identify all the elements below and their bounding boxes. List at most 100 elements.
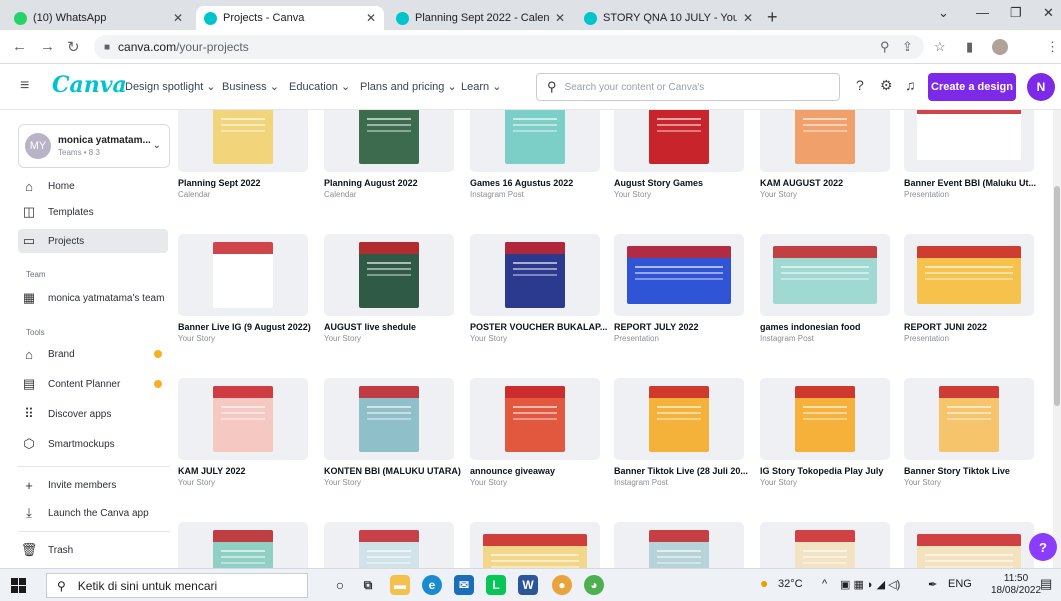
menu-design-spotlight[interactable]: Design spotlight ⌄	[125, 80, 216, 93]
project-thumbnail[interactable]	[178, 234, 308, 316]
back-icon[interactable]: ←	[12, 38, 27, 55]
create-design-button[interactable]: Create a design	[928, 73, 1016, 101]
tab-story-qna[interactable]: STORY QNA 10 JULY - Your Story ✕	[576, 6, 761, 30]
close-window-button[interactable]: ✕	[1043, 5, 1054, 21]
project-thumbnail[interactable]	[904, 234, 1034, 316]
tray-icons[interactable]: ▣ ▦ ◗ ◢ ◁)	[840, 578, 900, 591]
notifications-bell-icon[interactable]: ♫	[905, 77, 916, 93]
project-thumbnail[interactable]	[324, 234, 454, 316]
project-title[interactable]: POSTER VOUCHER BUKALAP...	[470, 322, 610, 332]
project-thumbnail[interactable]	[470, 234, 600, 316]
project-title[interactable]: announce giveaway	[470, 466, 610, 476]
sidebar-item-discover-apps[interactable]: ⠿ Discover apps	[20, 402, 170, 426]
project-title[interactable]: KONTEN BBI (MALUKU UTARA)	[324, 466, 464, 476]
forward-icon[interactable]: →	[40, 38, 55, 55]
project-thumbnail[interactable]	[178, 522, 308, 568]
project-title[interactable]: Banner Event BBI (Maluku Ut...	[904, 178, 1044, 188]
notification-icon[interactable]: ▤	[1040, 576, 1052, 592]
sidebar-item-projects[interactable]: ▭ Projects	[18, 229, 168, 253]
sidebar-panel-icon[interactable]: ▮	[966, 39, 973, 55]
word-icon[interactable]: W	[518, 575, 538, 595]
user-avatar[interactable]: N	[1027, 73, 1055, 101]
project-title[interactable]: Planning August 2022	[324, 178, 464, 188]
project-title[interactable]: KAM AUGUST 2022	[760, 178, 900, 188]
minimize-button[interactable]: —	[976, 5, 989, 20]
project-thumbnail[interactable]	[470, 110, 600, 172]
reload-icon[interactable]: ↻	[67, 38, 80, 56]
sidebar-item-team[interactable]: ▦ monica yatmatama's team	[20, 286, 170, 310]
project-thumbnail[interactable]	[324, 378, 454, 460]
tab-whatsapp[interactable]: (10) WhatsApp ✕	[6, 6, 191, 30]
project-thumbnail[interactable]	[760, 522, 890, 568]
url-input[interactable]: ■ canva.com/your-projects	[94, 35, 924, 59]
project-thumbnail[interactable]	[614, 110, 744, 172]
settings-gear-icon[interactable]: ⚙	[880, 77, 893, 94]
help-circle-icon[interactable]: ?	[856, 77, 864, 93]
project-thumbnail[interactable]	[904, 110, 1034, 172]
team-switcher[interactable]: MY monica yatmatam... Teams • 8 3 ⌄	[18, 124, 170, 168]
close-tab-icon[interactable]: ✕	[173, 11, 183, 25]
project-thumbnail[interactable]	[324, 522, 454, 568]
chrome-icon[interactable]: ●	[552, 575, 572, 595]
sidebar-item-launch-app[interactable]: ⤓ Launch the Canva app	[20, 501, 170, 525]
project-thumbnail[interactable]	[470, 378, 600, 460]
windows-start-icon[interactable]	[11, 578, 26, 593]
project-thumbnail[interactable]	[760, 234, 890, 316]
scrollbar-thumb[interactable]	[1054, 186, 1060, 406]
project-title[interactable]: August Story Games	[614, 178, 754, 188]
close-tab-icon[interactable]: ✕	[743, 11, 753, 25]
menu-learn[interactable]: Learn ⌄	[461, 80, 501, 93]
tab-projects-canva[interactable]: Projects - Canva ✕	[196, 6, 384, 30]
tab-search-icon[interactable]: ⌄	[938, 5, 949, 21]
menu-business[interactable]: Business ⌄	[222, 80, 279, 93]
search-input[interactable]: ⚲ Search your content or Canva's	[536, 73, 840, 101]
language-indicator[interactable]: ENG	[948, 578, 972, 590]
zoom-icon[interactable]: ⚲	[880, 39, 890, 55]
project-thumbnail[interactable]	[760, 378, 890, 460]
project-title[interactable]: games indonesian food	[760, 322, 900, 332]
project-thumbnail[interactable]	[470, 522, 600, 568]
sidebar-item-templates[interactable]: ◫ Templates	[20, 200, 170, 224]
share-icon[interactable]: ⇪	[902, 39, 913, 55]
project-title[interactable]: KAM JULY 2022	[178, 466, 318, 476]
project-title[interactable]: REPORT JUNI 2022	[904, 322, 1044, 332]
file-explorer-icon[interactable]: ▬	[390, 575, 410, 595]
mail-icon[interactable]: ✉	[454, 575, 474, 595]
project-thumbnail[interactable]	[178, 110, 308, 172]
menu-plans-pricing[interactable]: Plans and pricing ⌄	[360, 80, 457, 93]
close-tab-icon[interactable]: ✕	[555, 11, 565, 25]
menu-kebab-icon[interactable]: ⋮	[1046, 39, 1059, 55]
sidebar-item-home[interactable]: ⌂ Home	[20, 174, 170, 198]
close-tab-icon[interactable]: ✕	[366, 11, 376, 25]
project-title[interactable]: IG Story Tokopedia Play July	[760, 466, 900, 476]
project-thumbnail[interactable]	[324, 110, 454, 172]
sidebar-item-trash[interactable]: 🗑 Trash	[20, 538, 170, 562]
sidebar-item-smartmockups[interactable]: ⬡ Smartmockups	[20, 432, 170, 456]
taskbar-search-input[interactable]: ⚲ Ketik di sini untuk mencari	[46, 573, 308, 598]
new-tab-button[interactable]: +	[767, 7, 778, 28]
maximize-button[interactable]: ❐	[1010, 5, 1022, 21]
project-thumbnail[interactable]	[614, 234, 744, 316]
cortana-icon[interactable]: ○	[330, 575, 350, 595]
project-thumbnail[interactable]	[904, 522, 1034, 568]
project-title[interactable]: Planning Sept 2022	[178, 178, 318, 188]
project-title[interactable]: Banner Tiktok Live (28 Juli 20...	[614, 466, 754, 476]
tab-planning-sept[interactable]: Planning Sept 2022 - Calendar ✕	[388, 6, 573, 30]
edge-icon[interactable]: e	[422, 575, 442, 595]
weather-sun-icon[interactable]: ●	[760, 575, 768, 591]
help-button[interactable]: ?	[1029, 533, 1057, 561]
task-view-icon[interactable]: ⧉	[358, 575, 378, 595]
pen-icon[interactable]: ✒	[928, 578, 937, 591]
project-title[interactable]: Banner Live IG (9 August 2022)	[178, 322, 318, 332]
project-title[interactable]: REPORT JULY 2022	[614, 322, 754, 332]
tray-chevron-icon[interactable]: ^	[822, 578, 827, 590]
project-title[interactable]: Games 16 Agustus 2022	[470, 178, 610, 188]
project-thumbnail[interactable]	[904, 378, 1034, 460]
hamburger-menu-icon[interactable]: ≡	[20, 77, 29, 95]
weather-temperature[interactable]: 32°C	[778, 578, 803, 590]
project-thumbnail[interactable]	[614, 522, 744, 568]
canva-logo[interactable]: Canva	[52, 72, 127, 98]
sidebar-item-brand[interactable]: ⌂ Brand	[20, 342, 170, 366]
project-thumbnail[interactable]	[178, 378, 308, 460]
sidebar-item-content-planner[interactable]: ▤ Content Planner	[20, 372, 170, 396]
